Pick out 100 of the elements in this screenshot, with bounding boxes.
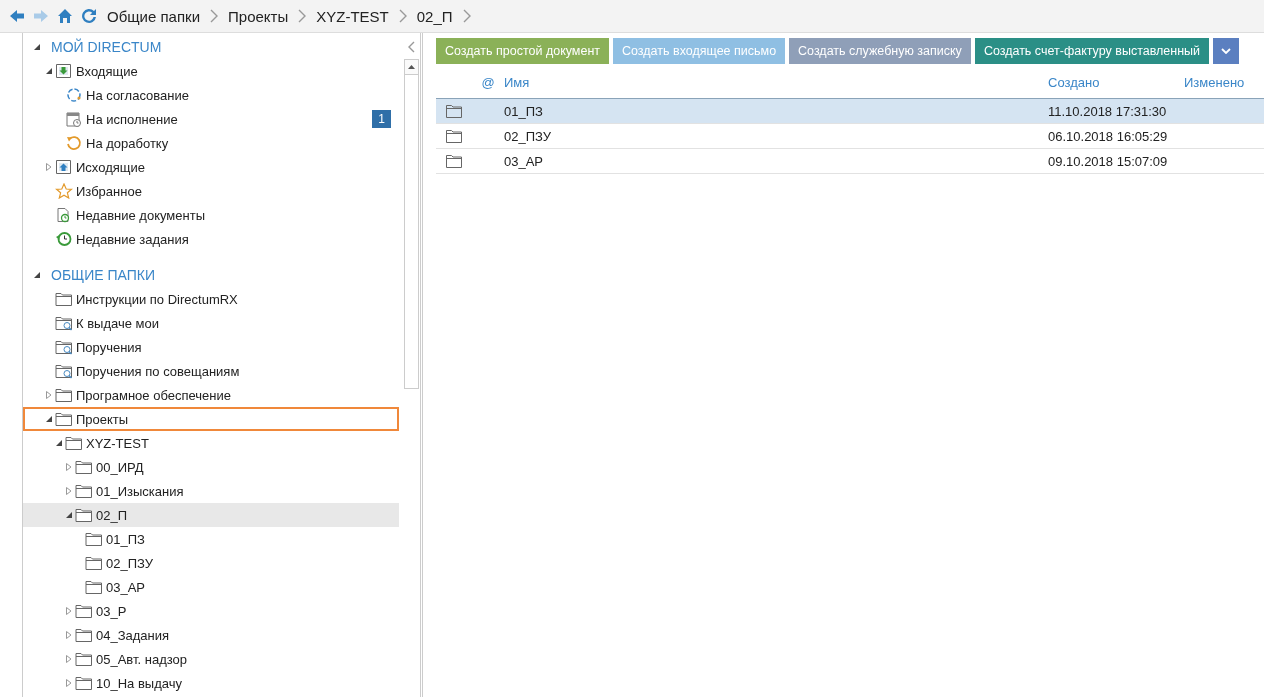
tree-item[interactable]: 02_ПЗУ bbox=[23, 551, 399, 575]
breadcrumb-link[interactable]: Проекты bbox=[226, 7, 291, 25]
tree-item[interactable]: 04_Задания bbox=[23, 623, 399, 647]
tree-item-label: На исполнение bbox=[86, 111, 178, 127]
column-header[interactable]: Создано bbox=[1048, 74, 1184, 90]
tree-item-label: 03_Р bbox=[96, 603, 127, 619]
tree-item[interactable]: К выдаче мои bbox=[23, 311, 399, 335]
tree-item-label: Инструкции по DirectumRX bbox=[76, 291, 238, 307]
tree-item[interactable]: Програмное обеспечение bbox=[23, 383, 399, 407]
folder-icon bbox=[446, 104, 462, 118]
tree-item[interactable]: Поручения bbox=[23, 335, 399, 359]
search-folder-icon bbox=[55, 315, 73, 331]
breadcrumb-link[interactable]: XYZ-TEST bbox=[314, 7, 391, 25]
expand-triangle-icon[interactable] bbox=[45, 415, 53, 423]
tree-item[interactable]: 05_Авт. надзор bbox=[23, 647, 399, 671]
home-icon[interactable] bbox=[57, 8, 73, 24]
tree-item-label: Проекты bbox=[76, 411, 129, 427]
tree-item[interactable]: 10_На выдачу bbox=[23, 671, 399, 695]
folder-icon bbox=[75, 603, 93, 619]
more-dropdown-button[interactable] bbox=[1213, 38, 1240, 64]
tree-item[interactable]: Избранное bbox=[23, 179, 399, 203]
tree-item-label: Поручения по совещаниям bbox=[76, 363, 240, 379]
create-button[interactable]: Создать счет-фактуру выставленный bbox=[974, 38, 1210, 64]
collapse-chevron-icon[interactable] bbox=[407, 41, 415, 53]
table-cell-text: 03_АР bbox=[504, 153, 545, 169]
tree-item-label: 03_АР bbox=[106, 579, 146, 595]
tree-item-label: На согласование bbox=[86, 87, 189, 103]
table-row[interactable]: 02_ПЗУ 06.10.2018 16:05:29 bbox=[436, 124, 1264, 149]
table-cell-text: 09.10.2018 15:07:09 bbox=[1048, 153, 1169, 169]
undo-arrow-icon bbox=[65, 135, 83, 151]
tree-item[interactable]: Недавние задания bbox=[23, 227, 399, 251]
column-header[interactable]: @ bbox=[472, 74, 504, 90]
tree-item[interactable]: 00_ИРД bbox=[23, 455, 399, 479]
folder-icon bbox=[85, 579, 103, 595]
section-heading[interactable]: МОЙ DIRECTUM bbox=[51, 39, 162, 55]
tree-item[interactable]: Проекты bbox=[23, 407, 399, 431]
search-folder-icon bbox=[55, 339, 73, 355]
star-icon bbox=[55, 183, 73, 199]
chevron-right-icon bbox=[398, 9, 407, 23]
tree-item[interactable]: 03_Р bbox=[23, 599, 399, 623]
expand-triangle-icon[interactable] bbox=[65, 511, 73, 519]
table-cell-text: 06.10.2018 16:05:29 bbox=[1048, 128, 1169, 144]
expand-triangle-icon[interactable] bbox=[45, 67, 53, 75]
tree-item-label: Недавние задания bbox=[76, 231, 189, 247]
tree-item[interactable]: Поручения по совещаниям bbox=[23, 359, 399, 383]
tree-item-label: Поручения bbox=[76, 339, 142, 355]
tree-item-label: К выдаче мои bbox=[76, 315, 159, 331]
folder-icon bbox=[55, 411, 73, 427]
tree-item[interactable]: Инструкции по DirectumRX bbox=[23, 287, 399, 311]
breadcrumb-link[interactable]: 02_П bbox=[414, 7, 455, 25]
chevron-down-icon bbox=[1221, 48, 1232, 54]
breadcrumb-link[interactable]: Общие папки bbox=[105, 7, 203, 25]
scrollbar-thumb[interactable] bbox=[404, 75, 418, 388]
scroll-up-arrow-icon[interactable] bbox=[407, 65, 415, 69]
table-cell-text: 02_ПЗУ bbox=[504, 128, 552, 144]
scrollbar[interactable] bbox=[403, 59, 419, 389]
tree-item[interactable]: На доработку bbox=[23, 131, 399, 155]
tree-item-label: Исходящие bbox=[76, 159, 145, 175]
outbox-tray-icon bbox=[55, 159, 73, 175]
folder-icon bbox=[446, 154, 462, 168]
tree-item-label: Недавние документы bbox=[76, 207, 205, 223]
table-row[interactable]: 01_ПЗ 11.10.2018 17:31:30 bbox=[436, 99, 1264, 124]
tree-item[interactable]: На согласование bbox=[23, 83, 399, 107]
column-header[interactable]: Изменено bbox=[1184, 74, 1264, 90]
refresh-icon[interactable] bbox=[81, 8, 97, 24]
circular-arrows-icon bbox=[65, 87, 83, 103]
tree-item-label: 01_ПЗ bbox=[106, 531, 145, 547]
count-badge: 1 bbox=[372, 110, 391, 128]
expand-triangle-icon[interactable] bbox=[33, 43, 41, 51]
tree-item[interactable]: 02_П bbox=[23, 503, 399, 527]
table-row[interactable]: 03_АР 09.10.2018 15:07:09 bbox=[436, 149, 1264, 174]
tree-item[interactable]: Исходящие bbox=[23, 155, 399, 179]
tree-item[interactable]: Недавние документы bbox=[23, 203, 399, 227]
tree-item-label: 01_Изыскания bbox=[96, 483, 184, 499]
folder-icon bbox=[75, 459, 93, 475]
folder-icon bbox=[75, 627, 93, 643]
section-heading[interactable]: ОБЩИЕ ПАПКИ bbox=[51, 267, 155, 283]
inbox-tray-icon bbox=[55, 63, 73, 79]
tree-item[interactable]: 01_ПЗ bbox=[23, 527, 399, 551]
folder-icon bbox=[75, 507, 93, 523]
tree-item[interactable]: 03_АР bbox=[23, 575, 399, 599]
folder-icon bbox=[75, 483, 93, 499]
calendar-clock-icon bbox=[65, 111, 83, 127]
folder-icon bbox=[85, 555, 103, 571]
folder-icon bbox=[55, 387, 73, 403]
tree-item[interactable]: 01_Изыскания bbox=[23, 479, 399, 503]
table-cell-text: 01_ПЗ bbox=[504, 103, 544, 119]
tree-item[interactable]: XYZ-TEST bbox=[23, 431, 399, 455]
back-arrow-icon[interactable] bbox=[9, 8, 25, 24]
column-header[interactable]: Имя bbox=[504, 74, 1048, 90]
tree-item-label: 05_Авт. надзор bbox=[96, 651, 187, 667]
table-cell-text: 11.10.2018 17:31:30 bbox=[1048, 103, 1168, 119]
expand-triangle-icon[interactable] bbox=[55, 439, 63, 447]
tree-item[interactable]: Входящие bbox=[23, 59, 399, 83]
expand-triangle-icon[interactable] bbox=[33, 271, 41, 279]
tree-item-label: 00_ИРД bbox=[96, 459, 144, 475]
tree-item-label: 02_ПЗУ bbox=[106, 555, 153, 571]
folder-icon bbox=[55, 291, 73, 307]
chevron-right-icon bbox=[210, 9, 219, 23]
tree-item[interactable]: На исполнение 1 bbox=[23, 107, 399, 131]
